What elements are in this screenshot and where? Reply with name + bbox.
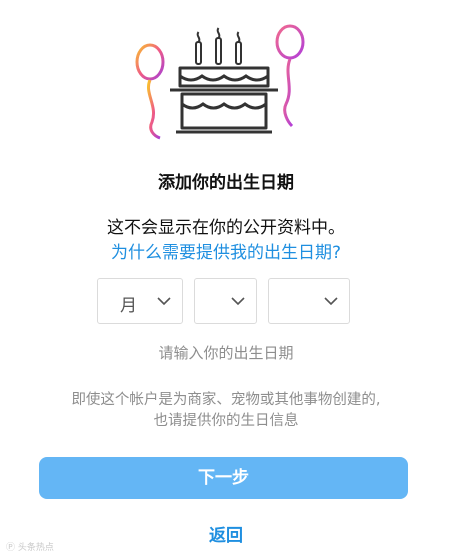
watermark: Ⓟ 头条热点 bbox=[6, 543, 54, 553]
day-select[interactable] bbox=[194, 278, 257, 324]
back-link[interactable]: 返回 bbox=[0, 521, 452, 546]
birthday-hint: 请输入你的出生日期 bbox=[158, 344, 294, 362]
chevron-down-icon bbox=[231, 297, 245, 306]
year-select[interactable] bbox=[268, 278, 350, 324]
page-title: 添加你的出生日期 bbox=[158, 173, 294, 193]
business-note-line1: 即使这个帐户是为商家、宠物或其他事物创建的, bbox=[71, 392, 381, 408]
month-select-value: 月 bbox=[120, 296, 137, 316]
birthday-selects: 月 bbox=[0, 278, 452, 326]
privacy-notice: 这不会显示在你的公开资料中。 bbox=[107, 218, 345, 238]
business-note-line2: 也请提供你的生日信息 bbox=[153, 413, 299, 429]
next-button[interactable]: 下一步 bbox=[39, 457, 408, 499]
birthday-illustration bbox=[130, 18, 320, 158]
birthday-cake-icon bbox=[135, 24, 305, 140]
why-birthday-link[interactable]: 为什么需要提供我的出生日期? bbox=[0, 238, 452, 263]
chevron-down-icon bbox=[324, 297, 338, 306]
chevron-down-icon bbox=[157, 297, 171, 306]
month-select[interactable]: 月 bbox=[97, 278, 183, 324]
